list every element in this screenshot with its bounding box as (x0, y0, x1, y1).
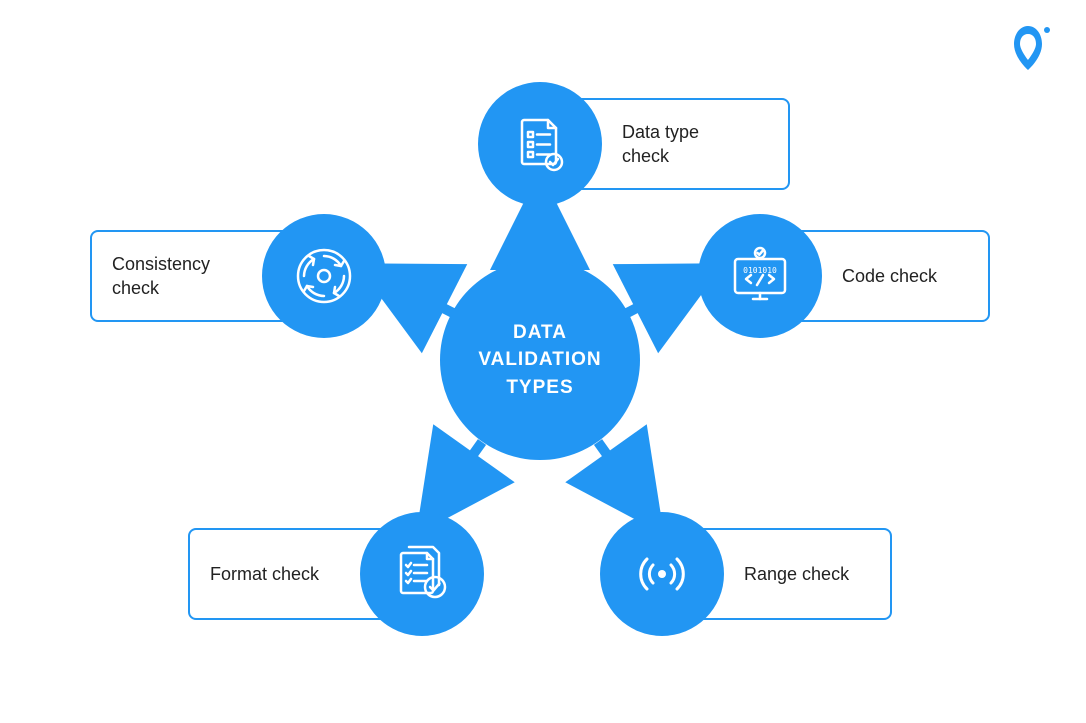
diagram-canvas: DATA VALIDATION TYPES Data type check Co… (0, 0, 1086, 723)
signal-range-icon (629, 541, 695, 607)
node-text-range: Range check (744, 562, 849, 586)
brand-a-icon (1000, 20, 1056, 76)
node-text-data-type: Data type check (622, 120, 699, 169)
node-circle-consistency (262, 214, 386, 338)
checklist-doc-icon (508, 112, 572, 176)
node-circle-code: 0101010 (698, 214, 822, 338)
node-circle-format (360, 512, 484, 636)
node-text-code: Code check (842, 264, 937, 288)
refresh-cycle-icon (291, 243, 357, 309)
node-text-consistency: Consistency check (112, 252, 210, 301)
node-text-format: Format check (210, 562, 319, 586)
node-circle-data-type (478, 82, 602, 206)
svg-text:0101010: 0101010 (743, 266, 777, 275)
center-title: DATA VALIDATION TYPES (478, 319, 601, 402)
node-circle-range (600, 512, 724, 636)
code-monitor-icon: 0101010 (727, 243, 793, 309)
brand-logo (1000, 20, 1056, 81)
document-approved-icon (389, 541, 455, 607)
center-hub: DATA VALIDATION TYPES (440, 260, 640, 460)
